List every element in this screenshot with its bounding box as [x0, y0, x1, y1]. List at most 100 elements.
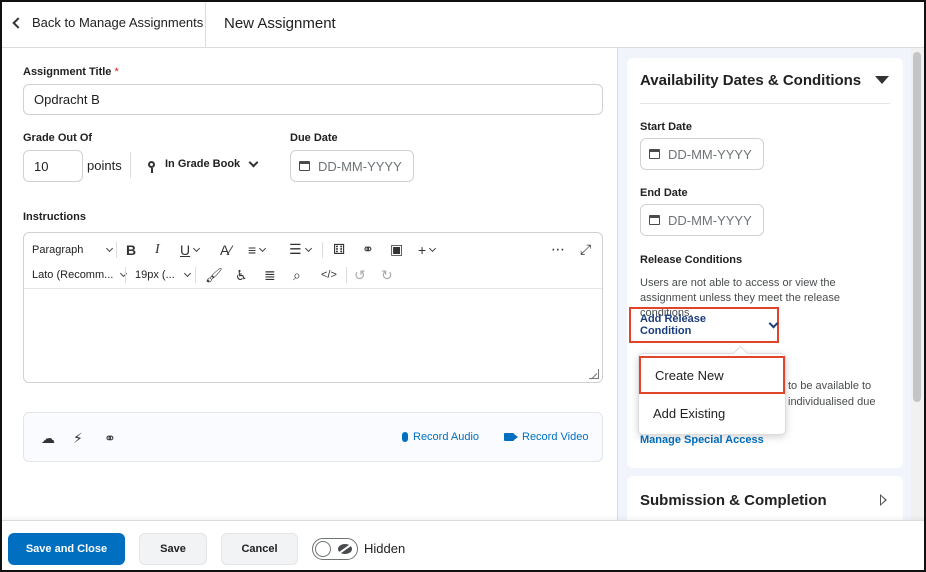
word-count-icon[interactable]: ≣ — [264, 267, 276, 284]
link-icon[interactable]: ⚭ — [362, 241, 374, 258]
add-release-condition-button[interactable]: Add Release Condition — [629, 307, 779, 343]
grade-out-of-input[interactable]: 10 — [23, 150, 83, 182]
special-access-text-line-2: individualised due — [788, 396, 876, 408]
paragraph-format-select[interactable]: Paragraph — [32, 243, 114, 256]
microphone-icon — [402, 432, 408, 442]
instructions-label: Instructions — [23, 211, 86, 223]
list-icon[interactable]: ☰ — [289, 241, 312, 258]
attachments-bar: ☁ ⚡ ⚭ Record Audio Record Video — [23, 412, 603, 462]
expand-submission-icon[interactable] — [880, 494, 887, 506]
calendar-icon — [299, 161, 310, 171]
undo-icon[interactable]: ↺ — [354, 267, 366, 284]
special-access-text-line-1: to be available to — [788, 380, 872, 392]
paragraph-format-label: Paragraph — [32, 243, 84, 256]
toggle-knob — [315, 541, 331, 557]
app-frame: Back to Manage Assignments New Assignmen… — [0, 0, 926, 572]
back-link[interactable]: Back to Manage Assignments — [12, 15, 203, 30]
chevron-down-icon — [106, 244, 114, 252]
manage-special-access-link[interactable]: Manage Special Access — [640, 434, 764, 446]
more-options-icon[interactable]: ⋯ — [551, 241, 565, 258]
find-replace-icon[interactable]: ⌕ — [293, 267, 301, 284]
editor-toolbar-row-1: Paragraph B I U A⁄ ≡ ☰ ⚅ ⚭ ▣ + ⋯ ⤢ — [24, 236, 602, 263]
due-date-label: Due Date — [290, 132, 338, 144]
eye-hidden-icon — [338, 544, 352, 554]
upload-icon[interactable]: ☁ — [41, 430, 55, 447]
image-icon[interactable]: ▣ — [390, 241, 403, 258]
underline-icon[interactable]: U — [180, 242, 201, 258]
fullscreen-icon[interactable]: ⤢ — [580, 241, 591, 258]
editor-toolbar-row-2: Lato (Recomm... 19px (... 🖌 ♿ ≣ ⌕ </> ↺ … — [24, 262, 602, 289]
accessibility-check-icon[interactable]: ♿ — [235, 267, 248, 284]
menu-item-create-new[interactable]: Create New — [639, 356, 785, 394]
create-new-label: Create New — [655, 367, 724, 383]
insert-stuff-icon[interactable]: ⚅ — [333, 241, 345, 258]
video-camera-icon — [504, 433, 518, 441]
toolbar-divider — [322, 241, 323, 258]
release-condition-menu: Create New Add Existing — [638, 353, 786, 435]
collapse-availability-icon[interactable] — [875, 76, 889, 84]
record-audio-button[interactable]: Record Audio — [402, 431, 479, 443]
calendar-icon — [649, 149, 660, 159]
availability-title: Availability Dates & Conditions — [640, 72, 862, 89]
chevron-down-icon — [259, 244, 267, 252]
due-date-placeholder: DD-MM-YYYY — [318, 158, 402, 174]
link-icon[interactable]: ⚭ — [104, 430, 116, 447]
save-button[interactable]: Save — [139, 533, 207, 565]
chevron-down-icon — [304, 244, 312, 252]
toolbar-divider — [116, 241, 117, 258]
source-code-icon[interactable]: </> — [321, 269, 337, 281]
chevron-down-icon — [429, 244, 437, 252]
font-size-select[interactable]: 19px (... — [135, 269, 191, 281]
grade-book-label: In Grade Book — [165, 158, 241, 170]
points-label: points — [87, 158, 122, 173]
chevron-down-icon — [193, 244, 201, 252]
chevron-down-icon — [768, 318, 779, 328]
menu-item-add-existing[interactable]: Add Existing — [639, 398, 785, 428]
font-family-select[interactable]: Lato (Recomm... — [32, 269, 128, 281]
quicklink-icon[interactable]: ⚡ — [73, 430, 83, 447]
page-header: Back to Manage Assignments New Assignmen… — [2, 2, 924, 48]
align-icon[interactable]: ≡ — [248, 242, 267, 258]
start-date-input[interactable]: DD-MM-YYYY — [640, 138, 764, 170]
redo-icon[interactable]: ↻ — [381, 267, 393, 284]
chevron-down-icon — [120, 269, 128, 278]
insert-more-icon[interactable]: + — [418, 242, 437, 258]
assignment-title-input[interactable]: Opdracht B — [23, 84, 603, 115]
visibility-label: Hidden — [364, 541, 406, 556]
bold-icon[interactable]: B — [126, 242, 136, 258]
chevron-down-icon — [248, 157, 259, 167]
assignment-title-label: Assignment Title * — [23, 66, 119, 78]
end-date-placeholder: DD-MM-YYYY — [668, 212, 752, 228]
instructions-editor[interactable]: Paragraph B I U A⁄ ≡ ☰ ⚅ ⚭ ▣ + ⋯ ⤢ Lato … — [23, 232, 603, 383]
end-date-input[interactable]: DD-MM-YYYY — [640, 204, 764, 236]
font-family-label: Lato (Recomm... — [32, 269, 114, 281]
save-and-close-button[interactable]: Save and Close — [8, 533, 125, 565]
grade-divider — [130, 152, 131, 178]
start-date-label: Start Date — [640, 121, 692, 133]
header-divider — [205, 2, 206, 48]
visibility-toggle[interactable] — [312, 538, 358, 560]
release-conditions-label: Release Conditions — [640, 254, 743, 266]
grade-out-of-label: Grade Out Of — [23, 132, 93, 144]
submission-title: Submission & Completion — [640, 492, 827, 509]
due-date-input[interactable]: DD-MM-YYYY — [290, 150, 414, 182]
toolbar-divider — [125, 267, 126, 283]
pin-icon — [148, 160, 155, 173]
chevron-down-icon — [183, 269, 191, 278]
start-date-placeholder: DD-MM-YYYY — [668, 146, 752, 162]
text-color-icon[interactable]: A⁄ — [220, 242, 232, 258]
availability-divider — [640, 103, 890, 104]
record-video-button[interactable]: Record Video — [504, 431, 588, 443]
page-title: New Assignment — [224, 15, 336, 32]
record-audio-label: Record Audio — [413, 431, 480, 443]
resize-handle[interactable] — [589, 369, 599, 379]
record-video-label: Record Video — [522, 431, 589, 443]
footer-bar: Save and Close Save Cancel Hidden — [2, 520, 924, 570]
end-date-label: End Date — [640, 187, 688, 199]
grade-book-dropdown[interactable]: In Grade Book — [148, 157, 259, 173]
italic-icon[interactable]: I — [155, 242, 160, 258]
cancel-button[interactable]: Cancel — [221, 533, 298, 565]
sidebar-scrollbar-thumb[interactable] — [913, 52, 921, 402]
format-painter-icon[interactable]: 🖌 — [205, 267, 223, 284]
add-release-condition-label: Add Release Condition — [640, 313, 707, 337]
